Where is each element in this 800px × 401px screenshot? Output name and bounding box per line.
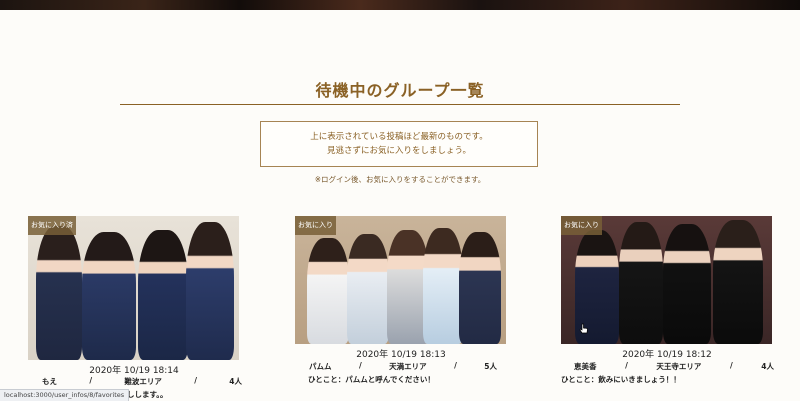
pointer-cursor-icon — [579, 323, 588, 334]
member-figure — [459, 232, 501, 344]
group-name: もえ — [42, 377, 57, 386]
group-card[interactable]: お気に入り 2020年 10/19 18:13 パムム / 天満エリア / 5人… — [295, 216, 507, 400]
card-meta: もえ / 難波エリア / 4人 — [42, 376, 242, 387]
favorite-button[interactable]: お気に入り — [561, 216, 602, 235]
member-figure — [138, 230, 188, 360]
member-figure — [713, 220, 763, 344]
post-datetime: 2020年 10/19 18:13 — [356, 350, 446, 360]
group-count: 5人 — [484, 362, 497, 371]
member-figure — [423, 228, 463, 344]
group-photo[interactable]: お気に入り — [295, 216, 506, 344]
status-bar-url: localhost:3000/user_infos/8/favorites — [0, 389, 130, 401]
card-meta: パムム / 天満エリア / 5人 — [309, 361, 497, 372]
post-datetime: 2020年 10/19 18:12 — [622, 350, 712, 360]
group-count: 4人 — [761, 362, 774, 371]
notice-line-2: 見逃さずにお気に入りをしましょう。 — [327, 146, 471, 156]
meta-separator: / — [625, 361, 628, 370]
favorite-button[interactable]: お気に入り済 — [28, 216, 76, 235]
member-figure — [347, 234, 389, 344]
meta-separator: / — [89, 376, 93, 385]
member-figure — [186, 222, 234, 360]
group-photo[interactable]: お気に入り — [561, 216, 772, 344]
title-divider — [120, 104, 680, 105]
group-comment: ひとこと：パムムと呼んでください！ — [308, 375, 435, 384]
meta-separator: / — [194, 376, 197, 385]
member-figure — [663, 224, 711, 344]
group-area: 天満エリア — [389, 362, 427, 371]
group-card[interactable]: お気に入り済 2020年 10/19 18:14 もえ / 難波エリア / 4人… — [28, 216, 242, 400]
group-comment: しします。。 — [127, 390, 168, 399]
member-figure — [307, 238, 349, 344]
group-area: 難波エリア — [124, 377, 162, 386]
meta-separator: / — [729, 361, 733, 370]
meta-separator: / — [454, 361, 457, 370]
login-note: ※ログイン後、お気に入りをすることができます。 — [314, 175, 486, 184]
group-count: 4人 — [229, 377, 242, 386]
group-area: 天王寺エリア — [656, 362, 702, 371]
favorite-button[interactable]: お気に入り — [295, 216, 336, 235]
group-name: 恵美香 — [574, 362, 597, 371]
member-figure — [82, 232, 136, 360]
meta-separator: / — [358, 361, 362, 370]
member-figure — [619, 222, 663, 344]
group-name: パムム — [309, 362, 332, 371]
post-datetime: 2020年 10/19 18:14 — [89, 366, 179, 376]
notice-box: 上に表示されている投稿ほど最新のものです。 見逃さずにお気に入りをしましょう。 — [260, 121, 538, 167]
group-comment: ひとこと：飲みにいきましょう！！ — [561, 375, 681, 384]
card-meta: 恵美香 / 天王寺エリア / 4人 — [574, 361, 774, 372]
notice-line-1: 上に表示されている投稿ほど最新のものです。 — [310, 132, 488, 142]
group-photo[interactable]: お気に入り済 — [28, 216, 239, 360]
top-banner-image — [0, 0, 800, 10]
page-title: 待機中のグループ一覧 — [315, 81, 485, 100]
member-figure — [36, 226, 82, 360]
group-card[interactable]: お気に入り 2020年 10/19 18:12 恵美香 / 天王寺エリア / 4… — [561, 216, 774, 400]
